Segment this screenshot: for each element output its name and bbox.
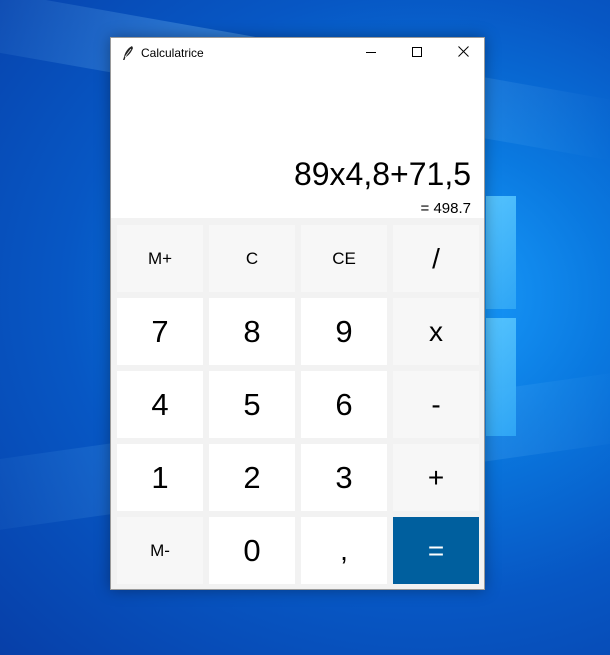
digit-2-button[interactable]: 2 <box>209 444 295 511</box>
wallpaper-logo-pane-bottom <box>486 318 516 436</box>
digit-3-button[interactable]: 3 <box>301 444 387 511</box>
minimize-button[interactable] <box>348 38 394 68</box>
subtract-button[interactable]: - <box>393 371 479 438</box>
digit-6-button[interactable]: 6 <box>301 371 387 438</box>
decimal-comma-button[interactable]: , <box>301 517 387 584</box>
digit-5-button[interactable]: 5 <box>209 371 295 438</box>
equals-button[interactable]: = <box>393 517 479 584</box>
divide-button[interactable]: / <box>393 225 479 292</box>
memory-subtract-button[interactable]: M- <box>117 517 203 584</box>
digit-0-button[interactable]: 0 <box>209 517 295 584</box>
clear-button[interactable]: C <box>209 225 295 292</box>
minimize-icon <box>366 44 376 62</box>
digit-1-button[interactable]: 1 <box>117 444 203 511</box>
expression-display: 89x4,8+71,5 <box>293 156 471 192</box>
clear-entry-button[interactable]: CE <box>301 225 387 292</box>
digit-7-button[interactable]: 7 <box>117 298 203 365</box>
feather-icon <box>121 45 135 61</box>
window-title: Calculatrice <box>141 46 204 60</box>
wallpaper-logo-pane-top <box>486 196 516 309</box>
title-bar[interactable]: Calculatrice <box>111 38 484 68</box>
digit-4-button[interactable]: 4 <box>117 371 203 438</box>
digit-8-button[interactable]: 8 <box>209 298 295 365</box>
display-panel: 89x4,8+71,5 = 498.7 <box>111 68 484 218</box>
close-icon <box>457 44 469 62</box>
result-display: = 498.7 <box>420 200 471 217</box>
memory-add-button[interactable]: M+ <box>117 225 203 292</box>
calculator-window: Calculatrice 89x4,8+71,5 = 498.7 M+ C CE/ 7… <box>110 37 485 590</box>
digit-9-button[interactable]: 9 <box>301 298 387 365</box>
close-button[interactable] <box>440 38 486 68</box>
multiply-button[interactable]: x <box>393 298 479 365</box>
maximize-button[interactable] <box>394 38 440 68</box>
add-button[interactable]: + <box>393 444 479 511</box>
maximize-icon <box>412 44 422 62</box>
